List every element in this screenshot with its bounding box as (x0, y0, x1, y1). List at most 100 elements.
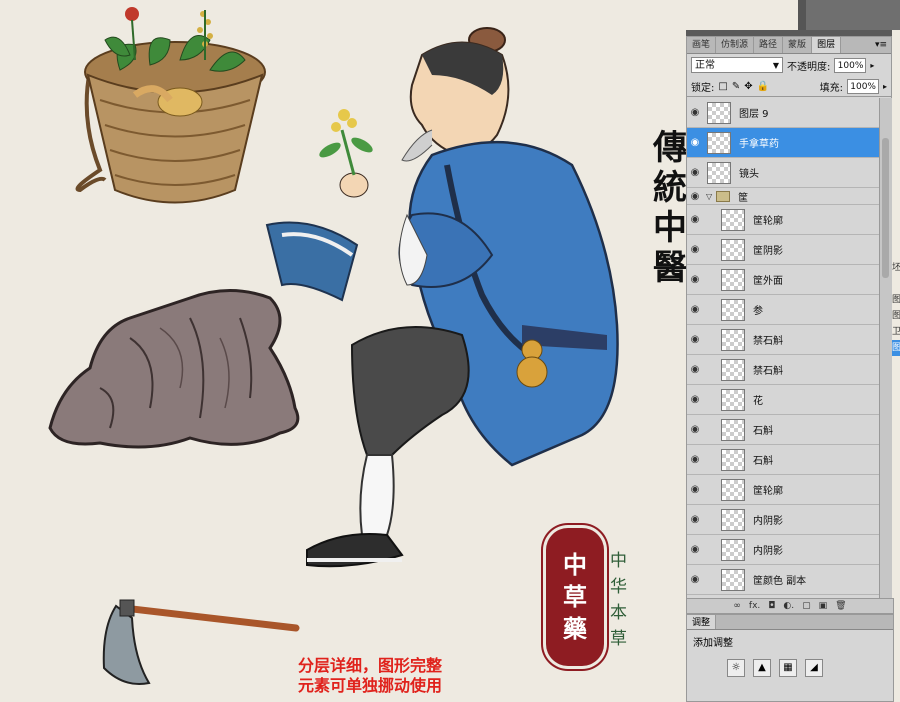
layer-group-row[interactable]: ◉ ▽ 筐 (687, 188, 879, 205)
vertical-title: 傳 統 中 醫 (650, 128, 690, 288)
eye-icon[interactable]: ◉ (687, 364, 703, 375)
eye-icon[interactable]: ◉ (687, 514, 703, 525)
layers-scrollbar[interactable] (879, 98, 892, 609)
layer-row[interactable]: ◉ 石斛 (687, 415, 879, 445)
layer-row[interactable]: ◉ 内阴影 (687, 535, 879, 565)
exposure-icon[interactable]: ◢ (805, 659, 823, 677)
mask-icon[interactable]: ◘ (768, 599, 775, 613)
layer-thumbnail (707, 161, 731, 184)
new-layer-icon[interactable]: ▣ (819, 599, 828, 613)
title-char: 傳 (653, 128, 687, 168)
layer-row[interactable]: ◉ 筐阴影 (687, 235, 879, 265)
brightness-icon[interactable]: ☼ (727, 659, 745, 677)
adjust-title: 添加调整 (693, 638, 733, 649)
title-char: 醫 (653, 248, 687, 288)
eye-icon[interactable]: ◉ (687, 214, 703, 225)
eye-icon[interactable]: ◉ (687, 274, 703, 285)
link-icon[interactable]: ∞ (733, 599, 741, 613)
eye-icon[interactable]: ◉ (687, 137, 703, 148)
layer-name: 内阴影 (753, 546, 783, 557)
lock-all-icon[interactable]: 🔒 (757, 81, 769, 92)
layer-name: 手拿草药 (739, 139, 779, 150)
chevron-down-icon[interactable]: ▽ (706, 192, 712, 201)
folder-icon[interactable]: ▢ (802, 599, 811, 613)
eye-icon[interactable]: ◉ (687, 107, 703, 118)
lock-row: 锁定: □ ✎ ✥ 🔒 填充: 100% ▸ (687, 76, 891, 97)
opacity-input[interactable]: 100% (834, 57, 867, 73)
opacity-label: 不透明度: (787, 61, 831, 73)
adjustments-panel: 调整 添加调整 ☼ ▲ ▦ ◢ (686, 614, 894, 702)
trash-icon[interactable]: 🗑 (835, 599, 846, 613)
layer-row[interactable]: ◉ 筐外面 (687, 265, 879, 295)
subtitle-char: 华 (610, 577, 627, 597)
layer-name: 石斛 (753, 426, 773, 437)
layer-row[interactable]: ◉ 筐轮廓 (687, 475, 879, 505)
lock-paint-icon[interactable]: ✎ (732, 81, 740, 92)
herbalist-figure-illustration (265, 27, 619, 568)
lock-transparent-icon[interactable]: □ (718, 81, 727, 92)
seal-char: 草 (563, 582, 587, 611)
tab-adjustments[interactable]: 调整 (687, 615, 717, 629)
layer-row[interactable]: ◉ 镜头 (687, 158, 879, 188)
eye-icon[interactable]: ◉ (687, 334, 703, 345)
layer-row[interactable]: ◉ 石斛 (687, 445, 879, 475)
layer-name: 筐颜色 副本 (753, 576, 807, 587)
workspace-divider (798, 0, 806, 30)
scrollbar-thumb[interactable] (882, 138, 889, 278)
layer-name: 花 (753, 396, 763, 407)
layer-name: 镜头 (739, 169, 759, 180)
fill-slider-arrow-icon[interactable]: ▸ (883, 82, 887, 91)
fx-icon[interactable]: fx. (749, 599, 760, 613)
panel-menu-icon[interactable]: ▾≡ (871, 37, 891, 53)
edge-item: 卫 (892, 327, 900, 337)
layer-row[interactable]: ◉ 花 (687, 385, 879, 415)
blend-mode-select[interactable]: 正常 ▼ (691, 57, 783, 73)
layer-row[interactable]: ◉ 筐轮廓 (687, 205, 879, 235)
layer-row[interactable]: ◉ 参 (687, 295, 879, 325)
layer-row[interactable]: ◉ 图层 9 (687, 98, 879, 128)
eye-icon[interactable]: ◉ (687, 454, 703, 465)
eye-icon[interactable]: ◉ (687, 304, 703, 315)
eye-icon[interactable]: ◉ (687, 244, 703, 255)
tab-layers[interactable]: 图层 (812, 37, 842, 53)
layer-name: 禁石斛 (753, 336, 783, 347)
layer-thumbnail (721, 238, 745, 261)
layers-footer: ∞ fx. ◘ ◐. ▢ ▣ 🗑 (686, 598, 894, 614)
adjust-tabs: 调整 (687, 615, 893, 630)
subtitle-char: 草 (610, 629, 627, 649)
herb-basket-illustration (75, 7, 266, 204)
eye-icon[interactable]: ◉ (687, 424, 703, 435)
fill-input[interactable]: 100% (846, 78, 879, 94)
eye-icon[interactable]: ◉ (687, 191, 703, 202)
opacity-slider-arrow-icon[interactable]: ▸ (870, 61, 874, 70)
adjustment-icon[interactable]: ◐. (783, 599, 794, 613)
seal-char: 中 (563, 550, 587, 579)
eye-icon[interactable]: ◉ (687, 394, 703, 405)
levels-icon[interactable]: ▲ (753, 659, 771, 677)
layer-name: 筐轮廓 (753, 486, 783, 497)
layer-row-selected[interactable]: ◉ 手拿草药 (687, 128, 879, 158)
layer-thumbnail (707, 131, 731, 154)
tab-clone-source[interactable]: 仿制源 (716, 37, 755, 53)
eye-icon[interactable]: ◉ (687, 544, 703, 555)
eye-icon[interactable]: ◉ (687, 167, 703, 178)
fill-label: 填充: (819, 82, 843, 94)
curves-icon[interactable]: ▦ (779, 659, 797, 677)
layer-row[interactable]: ◉ 内阴影 (687, 505, 879, 535)
edge-item: 图 (892, 295, 900, 305)
layer-thumbnail (707, 101, 731, 124)
layer-thumbnail (721, 268, 745, 291)
layer-row[interactable]: ◉ 禁石斛 (687, 355, 879, 385)
eye-icon[interactable]: ◉ (687, 484, 703, 495)
edge-item (892, 276, 900, 292)
layer-row[interactable]: ◉ 筐颜色 副本 (687, 565, 879, 595)
layer-row[interactable]: ◉ 禁石斛 (687, 325, 879, 355)
tab-masks[interactable]: 蒙版 (783, 37, 813, 53)
layer-thumbnail (721, 538, 745, 561)
eye-icon[interactable]: ◉ (687, 574, 703, 585)
lock-position-icon[interactable]: ✥ (744, 81, 752, 92)
tab-brush[interactable]: 画笔 (687, 37, 717, 53)
tab-paths[interactable]: 路径 (754, 37, 784, 53)
layer-thumbnail (721, 328, 745, 351)
layer-thumbnail (721, 508, 745, 531)
